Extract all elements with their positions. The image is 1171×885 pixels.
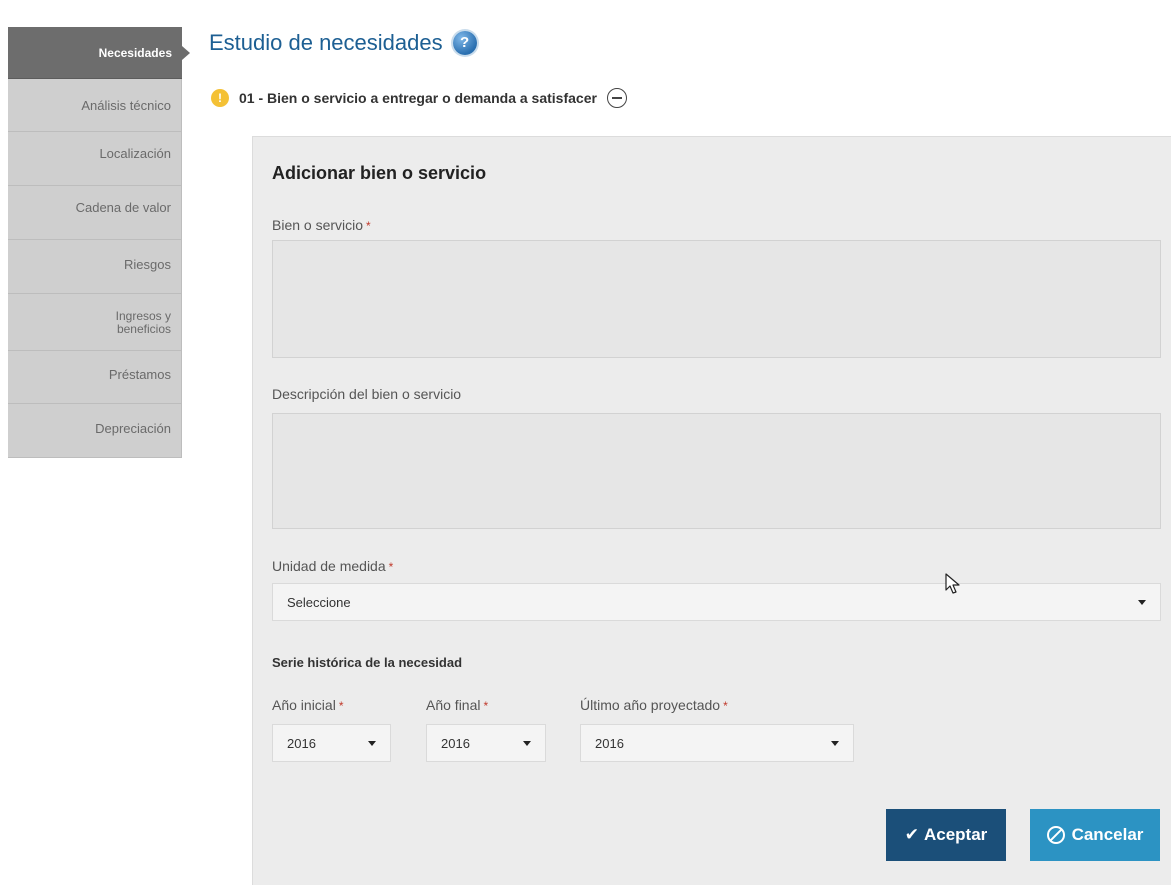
required-marker: *: [388, 560, 394, 574]
anio-final-label-text: Año final: [426, 697, 481, 713]
required-marker: *: [723, 699, 728, 713]
anio-inicial-value: 2016: [287, 735, 316, 751]
descripcion-textarea[interactable]: [272, 413, 1161, 529]
bien-textarea[interactable]: [272, 240, 1161, 358]
question-icon[interactable]: ?: [452, 31, 477, 55]
sidebar-item-riesgos[interactable]: Riesgos: [8, 240, 182, 294]
sidebar-nav: Necesidades Análisis técnico Localizació…: [8, 27, 190, 458]
mouse-pointer-icon: [945, 573, 960, 594]
sidebar-item-prestamos[interactable]: Préstamos: [8, 351, 182, 404]
bien-label: Bien o servicio *: [272, 217, 371, 233]
ultimo-anio-value: 2016: [595, 735, 624, 751]
serie-heading: Serie histórica de la necesidad: [272, 655, 463, 670]
unidad-select[interactable]: Seleccione: [272, 583, 1161, 621]
sidebar-item-label: Análisis técnico: [81, 98, 171, 113]
accept-button-label: Aceptar: [923, 825, 988, 844]
accept-button[interactable]: ✔ Aceptar: [886, 809, 1006, 861]
anio-final-select[interactable]: 2016: [426, 724, 546, 762]
chevron-down-icon: [1138, 600, 1146, 605]
sidebar-item-label: Necesidades: [98, 46, 172, 60]
page-title: Estudio de necesidades: [209, 30, 443, 55]
descripcion-label: Descripción del bien o servicio: [272, 386, 462, 402]
anio-final-label: Año final *: [426, 697, 488, 713]
chevron-down-icon: [368, 741, 376, 746]
collapse-icon[interactable]: [606, 88, 627, 108]
sidebar-item-ingresos-y-beneficios[interactable]: Ingresos y beneficios: [8, 294, 182, 351]
sidebar-item-necesidades[interactable]: Necesidades: [8, 27, 190, 79]
section-title: 01 - Bien o servicio a entregar o demand…: [239, 90, 597, 106]
sidebar-item-cadena-de-valor[interactable]: Cadena de valor: [8, 186, 182, 240]
check-icon: ✔: [904, 825, 919, 844]
sidebar-item-depreciacion[interactable]: Depreciación: [8, 404, 182, 458]
sidebar-item-analisis-tecnico[interactable]: Análisis técnico: [8, 79, 182, 132]
required-marker: *: [483, 699, 489, 713]
required-marker: *: [366, 219, 371, 233]
cancel-button[interactable]: Cancelar: [1030, 809, 1160, 861]
ultimo-anio-select[interactable]: 2016: [580, 724, 854, 762]
ultimo-anio-label-text: Último año proyectado: [580, 697, 721, 713]
anio-final-value: 2016: [441, 735, 470, 751]
bien-label-text: Bien o servicio: [272, 217, 364, 233]
unidad-select-value: Seleccione: [287, 594, 351, 610]
cancel-icon: [1046, 826, 1065, 844]
anio-inicial-label: Año inicial *: [272, 697, 344, 713]
page-header: Estudio de necesidades ?: [209, 30, 477, 56]
add-item-form: Adicionar bien o servicio Bien o servici…: [252, 136, 1171, 885]
cancel-button-label: Cancelar: [1071, 825, 1144, 844]
warning-icon: !: [211, 89, 229, 107]
unidad-label-text: Unidad de medida: [272, 558, 386, 574]
unidad-label: Unidad de medida *: [272, 558, 393, 574]
sidebar-item-label: Ingresos y beneficios: [115, 309, 171, 336]
anio-inicial-select[interactable]: 2016: [272, 724, 391, 762]
sidebar-item-label: Depreciación: [95, 421, 171, 436]
sidebar-item-localizacion[interactable]: Localización: [8, 132, 182, 186]
sidebar-item-label: Cadena de valor: [75, 200, 171, 215]
form-title: Adicionar bien o servicio: [272, 163, 487, 183]
sidebar-item-label: Préstamos: [108, 367, 171, 382]
sidebar-item-label: Localización: [99, 146, 171, 161]
chevron-down-icon: [831, 741, 839, 746]
required-marker: *: [338, 699, 344, 713]
anio-inicial-label-text: Año inicial: [272, 697, 336, 713]
ultimo-anio-label: Último año proyectado *: [580, 697, 728, 713]
chevron-down-icon: [523, 741, 531, 746]
section-header: ! 01 - Bien o servicio a entregar o dema…: [211, 88, 627, 108]
sidebar-item-label: Riesgos: [124, 257, 171, 272]
